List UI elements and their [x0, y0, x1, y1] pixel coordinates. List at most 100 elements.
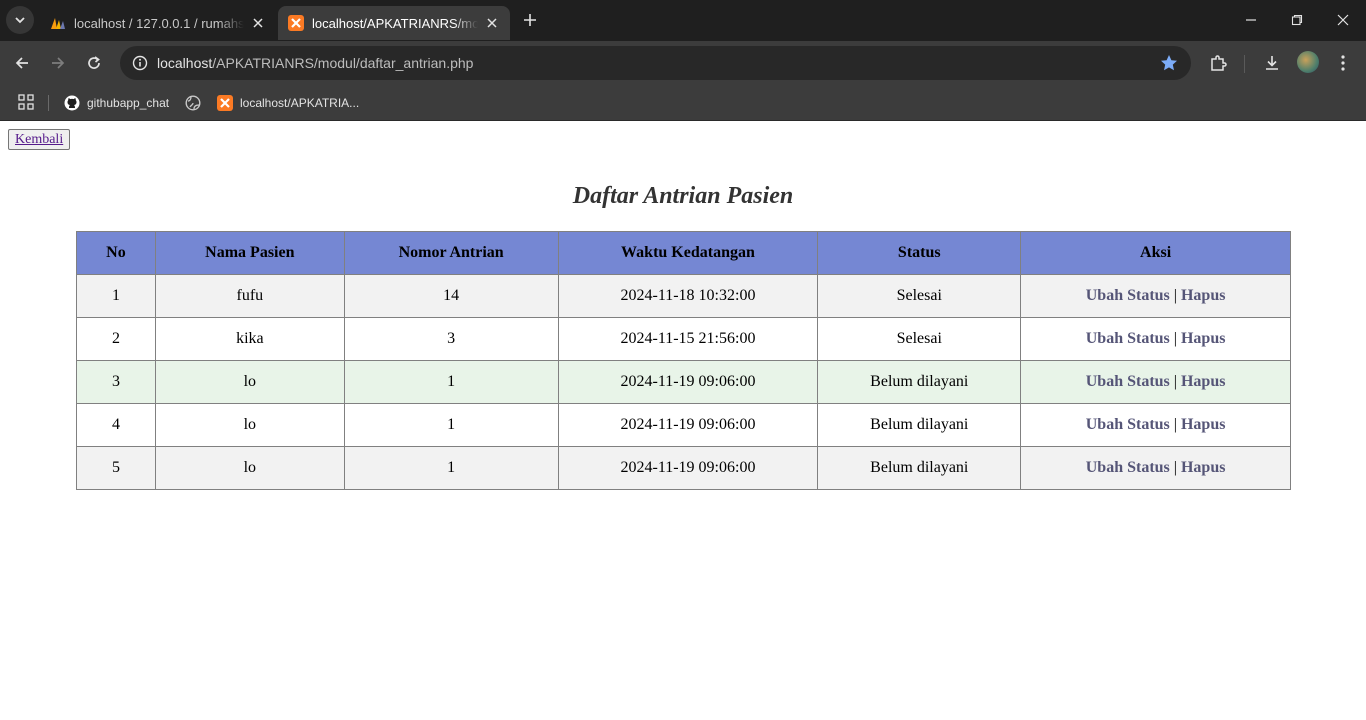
minimize-button[interactable]	[1228, 0, 1274, 40]
hapus-link[interactable]: Hapus	[1181, 416, 1225, 433]
download-icon	[1266, 56, 1278, 70]
cell-no: 1	[76, 274, 156, 318]
cell-nomor: 1	[343, 446, 559, 490]
site-info-button[interactable]	[128, 51, 152, 75]
table-row: 4 lo 1 2024-11-19 09:06:00 Belum dilayan…	[76, 403, 1291, 447]
kebab-menu-icon	[1341, 55, 1345, 71]
cell-nama: lo	[154, 360, 345, 404]
cell-nomor: 1	[343, 403, 559, 447]
table-row: 1 fufu 14 2024-11-18 10:32:00 Selesai Ub…	[76, 274, 1291, 318]
restore-icon	[1291, 14, 1303, 26]
github-icon	[64, 95, 80, 111]
bookmark-label: localhost/APKATRIA...	[240, 96, 360, 110]
downloads-button[interactable]	[1259, 50, 1285, 76]
cell-aksi: Ubah Status | Hapus	[1020, 317, 1291, 361]
cell-nomor: 14	[343, 274, 559, 318]
action-separator: |	[1173, 373, 1177, 390]
ubah-status-link[interactable]: Ubah Status	[1086, 459, 1170, 476]
cell-no: 2	[76, 317, 156, 361]
close-tab-button[interactable]	[484, 15, 500, 31]
cell-status: Belum dilayani	[817, 360, 1022, 404]
hapus-link[interactable]: Hapus	[1181, 459, 1225, 476]
header-nomor-antrian: Nomor Antrian	[343, 231, 559, 275]
close-icon	[1337, 14, 1349, 26]
action-separator: |	[1173, 416, 1177, 433]
xampp-icon	[217, 95, 233, 111]
header-waktu-kedatangan: Waktu Kedatangan	[557, 231, 819, 275]
cell-waktu: 2024-11-19 09:06:00	[557, 403, 819, 447]
hapus-link[interactable]: Hapus	[1181, 373, 1225, 390]
cell-status: Belum dilayani	[817, 403, 1022, 447]
info-icon	[132, 55, 148, 71]
url-text[interactable]: localhost/APKATRIANRS/modul/daftar_antri…	[157, 55, 473, 71]
ubah-status-link[interactable]: Ubah Status	[1086, 330, 1170, 347]
cell-nama: kika	[154, 317, 345, 361]
tab-title: localhost/APKATRIANRS/modul/daftar_antri…	[312, 15, 478, 31]
forward-button[interactable]	[44, 49, 72, 77]
ubah-status-link[interactable]: Ubah Status	[1086, 416, 1170, 433]
apps-grid-icon[interactable]	[17, 93, 35, 111]
table-header-row: No Nama Pasien Nomor Antrian Waktu Kedat…	[76, 231, 1291, 275]
close-icon	[253, 18, 263, 28]
page-title: Daftar Antrian Pasien	[572, 183, 794, 209]
cell-aksi: Ubah Status | Hapus	[1020, 403, 1291, 447]
header-aksi: Aksi	[1020, 231, 1291, 275]
close-tab-button[interactable]	[250, 15, 266, 31]
close-window-button[interactable]	[1320, 0, 1366, 40]
action-separator: |	[1173, 330, 1177, 347]
queue-table: No Nama Pasien Nomor Antrian Waktu Kedat…	[76, 231, 1291, 490]
cell-nama: fufu	[154, 274, 345, 318]
restore-button[interactable]	[1274, 0, 1320, 40]
cell-status: Selesai	[817, 317, 1022, 361]
header-nama-pasien: Nama Pasien	[154, 231, 345, 275]
bookmark-githubapp-chat[interactable]: githubapp_chat	[64, 91, 169, 115]
cell-aksi: Ubah Status | Hapus	[1020, 274, 1291, 318]
table-row: 2 kika 3 2024-11-15 21:56:00 Selesai Uba…	[76, 317, 1291, 361]
profile-avatar[interactable]	[1297, 51, 1319, 73]
cell-waktu: 2024-11-15 21:56:00	[557, 317, 819, 361]
cell-no: 3	[76, 360, 156, 404]
xampp-icon	[288, 15, 304, 31]
extensions-button[interactable]	[1205, 50, 1231, 76]
toolbar-divider	[1244, 55, 1245, 73]
tab-search-button[interactable]	[6, 6, 34, 34]
hapus-link[interactable]: Hapus	[1181, 330, 1225, 347]
minimize-icon	[1246, 19, 1256, 21]
header-status: Status	[817, 231, 1022, 275]
bookmarks-divider	[48, 95, 49, 111]
tab-strip: localhost / 127.0.0.1 / rumahsakit local…	[0, 0, 1366, 41]
puzzle-icon	[1211, 55, 1227, 71]
address-bar[interactable]: localhost/APKATRIANRS/modul/daftar_antri…	[120, 46, 1191, 80]
bookmarks-bar: githubapp_chat localhost/APKATRIA...	[0, 85, 1366, 121]
arrow-right-icon	[52, 57, 65, 69]
ubah-status-link[interactable]: Ubah Status	[1086, 287, 1170, 304]
chevron-down-icon	[15, 17, 25, 24]
arrow-left-icon	[15, 57, 28, 69]
cell-aksi: Ubah Status | Hapus	[1020, 446, 1291, 490]
cell-nomor: 3	[343, 317, 559, 361]
cell-status: Selesai	[817, 274, 1022, 318]
cell-waktu: 2024-11-19 09:06:00	[557, 360, 819, 404]
cell-waktu: 2024-11-19 09:06:00	[557, 446, 819, 490]
new-tab-button[interactable]	[518, 8, 542, 32]
bookmark-star-icon[interactable]	[1159, 53, 1179, 73]
reload-button[interactable]	[80, 49, 108, 77]
hapus-link[interactable]: Hapus	[1181, 287, 1225, 304]
kembali-button[interactable]: Kembali	[8, 129, 71, 150]
action-separator: |	[1173, 459, 1177, 476]
table-row: 5 lo 1 2024-11-19 09:06:00 Belum dilayan…	[76, 446, 1291, 490]
action-separator: |	[1173, 287, 1177, 304]
tab-daftar-antrian[interactable]: localhost/APKATRIANRS/modul/daftar_antri…	[278, 6, 510, 40]
browser-toolbar: localhost/APKATRIANRS/modul/daftar_antri…	[0, 41, 1366, 85]
ubah-status-link[interactable]: Ubah Status	[1086, 373, 1170, 390]
cell-nomor: 1	[343, 360, 559, 404]
bookmark-apkatria[interactable]: localhost/APKATRIA...	[217, 91, 359, 115]
phpmyadmin-icon	[51, 18, 65, 29]
tab-phpmyadmin[interactable]: localhost / 127.0.0.1 / rumahsakit	[40, 6, 276, 40]
menu-button[interactable]	[1330, 50, 1356, 76]
back-button[interactable]	[8, 49, 36, 77]
url-host: localhost	[157, 55, 213, 71]
cell-no: 5	[76, 446, 156, 490]
bookmark-globe[interactable]	[185, 91, 208, 115]
cell-no: 4	[76, 403, 156, 447]
